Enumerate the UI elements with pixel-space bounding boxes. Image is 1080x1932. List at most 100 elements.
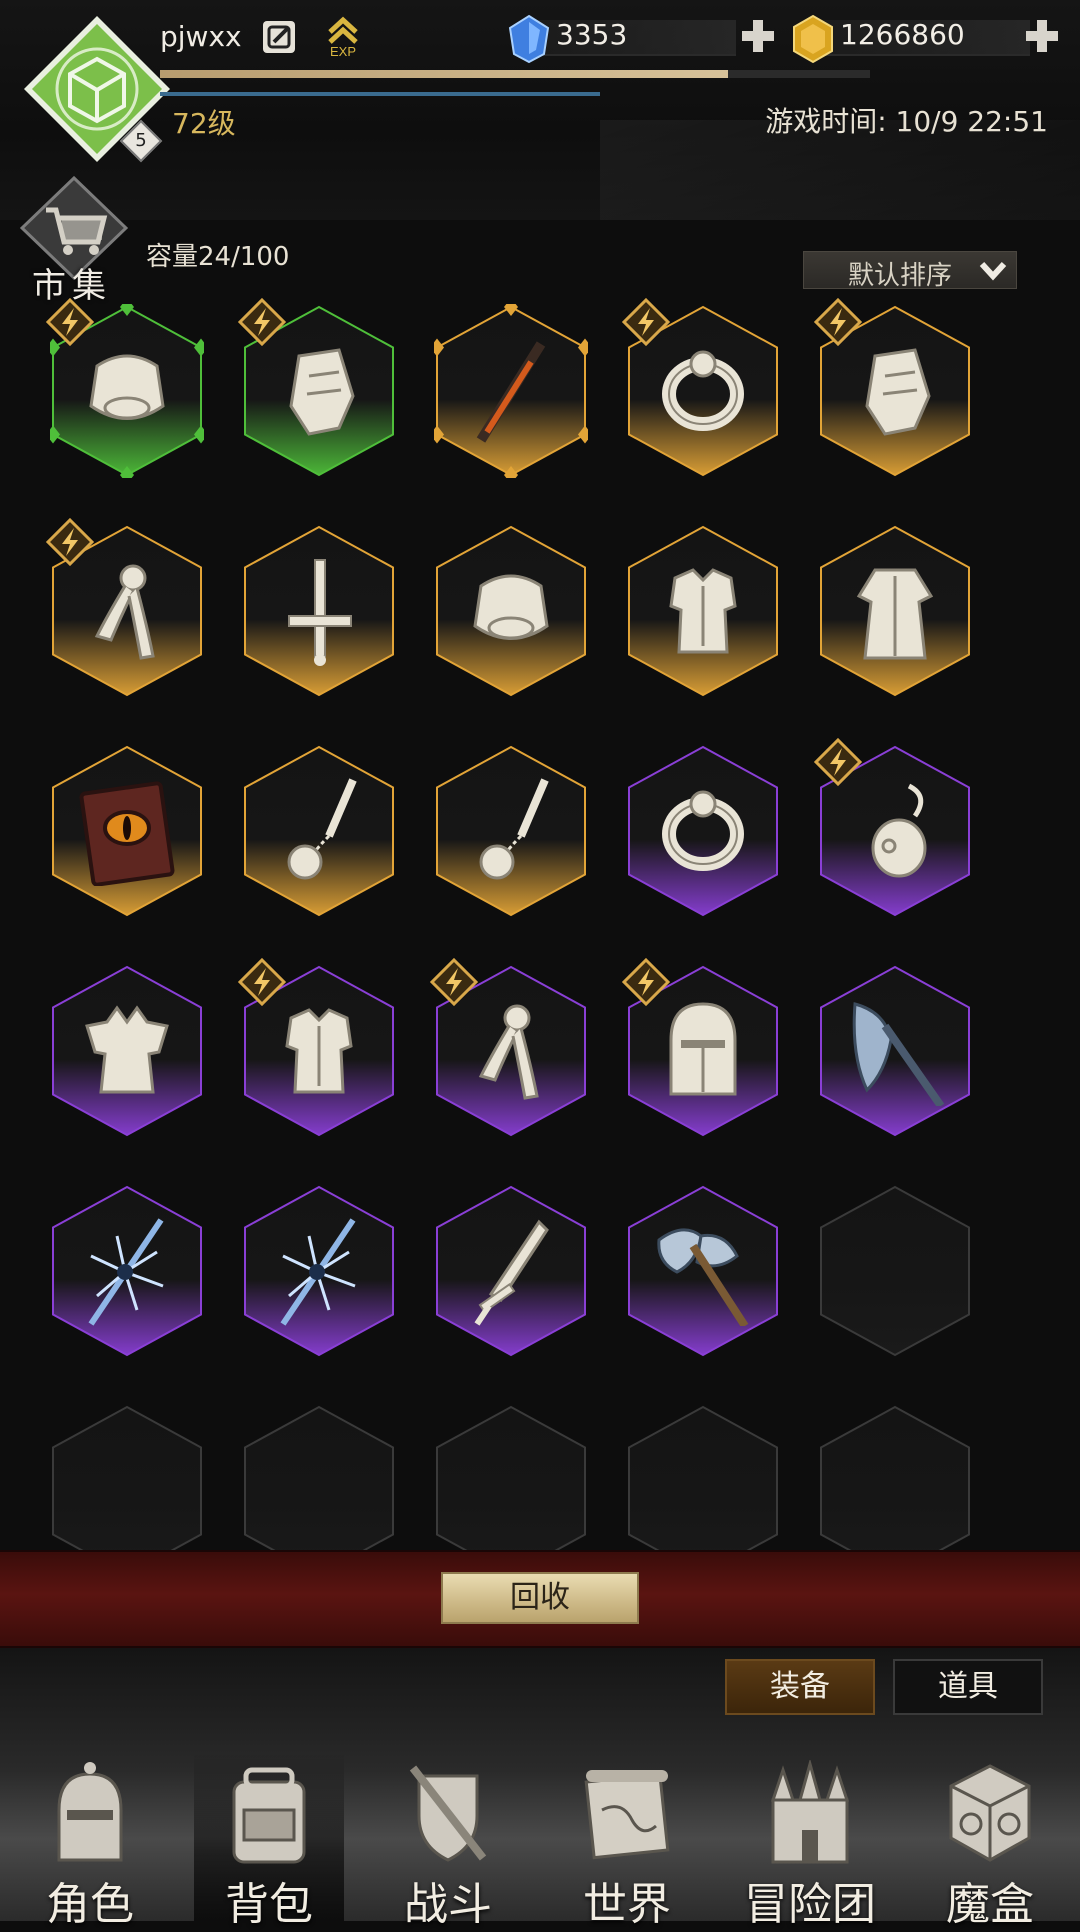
- enhance-badge-icon: [621, 957, 671, 1007]
- recycle-button[interactable]: 回收: [441, 1572, 639, 1624]
- edit-name-icon[interactable]: [262, 20, 296, 54]
- robe-icon: [845, 556, 945, 666]
- battle-axe-icon: [845, 996, 945, 1109]
- add-gems-icon[interactable]: [740, 18, 776, 54]
- cross-sword-icon: [269, 556, 369, 666]
- nav-role[interactable]: 角色: [15, 1752, 165, 1930]
- nav-world[interactable]: 世界: [552, 1752, 702, 1930]
- sword-icon: [461, 1216, 561, 1326]
- gem-amount: 3353: [556, 18, 628, 51]
- castle-icon: [765, 1758, 855, 1864]
- tab-equipment-label: 装备: [770, 1669, 830, 1704]
- eye-tome-icon: [77, 776, 177, 887]
- inventory-slot[interactable]: [242, 1184, 396, 1358]
- inventory-slot[interactable]: [434, 524, 588, 698]
- inventory-slot[interactable]: [237, 957, 396, 1138]
- inventory-slot[interactable]: [818, 524, 972, 698]
- enhance-badge-icon: [237, 957, 287, 1007]
- inventory-slot[interactable]: [626, 1184, 780, 1358]
- gold-currency: 1266860: [790, 14, 1060, 64]
- sort-dropdown[interactable]: 默认排序: [803, 251, 1017, 291]
- chevron-down-icon: [979, 261, 1007, 281]
- svg-text:EXP: EXP: [330, 44, 356, 58]
- nav-magicbox[interactable]: 魔盒: [915, 1752, 1065, 1930]
- ice-staff-icon: [269, 1216, 369, 1326]
- gold-amount: 1266860: [840, 18, 965, 51]
- enhance-badge-icon: [813, 297, 863, 347]
- tab-items[interactable]: 道具: [893, 1659, 1043, 1715]
- inventory-slot[interactable]: [242, 744, 396, 918]
- player-level: 72级: [172, 107, 236, 140]
- spiked-armor-icon: [77, 996, 177, 1106]
- inventory-slot[interactable]: [621, 957, 780, 1138]
- inventory-slot[interactable]: [813, 737, 972, 918]
- inventory-slot[interactable]: [621, 297, 780, 478]
- nav-bag[interactable]: 背包: [194, 1752, 344, 1930]
- gem-currency: 3353: [506, 14, 776, 64]
- backpack-icon: [224, 1760, 314, 1864]
- exp-progress-fill: [160, 70, 728, 78]
- chest-armor-icon: [461, 556, 561, 666]
- tab-items-label: 道具: [938, 1669, 998, 1704]
- inventory-slot[interactable]: [237, 297, 396, 478]
- map-scroll-icon: [582, 1760, 672, 1864]
- ring-icon: [653, 336, 753, 446]
- add-gold-icon[interactable]: [1024, 18, 1060, 54]
- nav-label: 冒险团: [744, 1879, 876, 1930]
- nav-battle[interactable]: 战斗: [373, 1752, 523, 1930]
- inventory-slot[interactable]: [434, 744, 588, 918]
- blue-gem-icon: [508, 14, 550, 64]
- enhance-badge-icon: [813, 737, 863, 787]
- flail-icon: [461, 776, 561, 886]
- ice-staff-icon: [77, 1216, 177, 1326]
- secondary-progress-bar: [160, 92, 600, 96]
- enhance-badge-icon: [45, 517, 95, 567]
- inventory-slot[interactable]: [818, 964, 972, 1138]
- inventory-slot[interactable]: [434, 1184, 588, 1358]
- inventory-slot[interactable]: [45, 517, 204, 698]
- bag-capacity: 容量24/100: [146, 242, 290, 272]
- inventory-slot[interactable]: [626, 744, 780, 918]
- recycle-label: 回收: [510, 1580, 570, 1615]
- exp-progress-bar: [160, 70, 870, 78]
- inventory-slot[interactable]: [50, 964, 204, 1138]
- inventory-slot[interactable]: [434, 304, 588, 478]
- double-axe-icon: [653, 1216, 753, 1329]
- scarf-icon: [77, 556, 177, 666]
- exp-icon[interactable]: EXP: [322, 12, 364, 58]
- earring-icon: [845, 776, 945, 886]
- gold-coin-icon: [793, 14, 833, 64]
- nav-label: 世界: [583, 1879, 671, 1930]
- nav-label: 背包: [225, 1879, 313, 1930]
- inventory-slot[interactable]: [429, 957, 588, 1138]
- helmet-icon: [653, 996, 753, 1106]
- game-time: 游戏时间: 10/9 22:51: [765, 105, 1048, 138]
- gauntlet-icon: [269, 336, 369, 446]
- flame-sword-icon: [461, 336, 561, 446]
- empty-inventory-slot: [818, 1184, 972, 1358]
- inventory-slot[interactable]: [626, 524, 780, 698]
- tab-equipment[interactable]: 装备: [725, 1659, 875, 1715]
- inventory-slot[interactable]: [50, 744, 204, 918]
- nav-label: 角色: [46, 1879, 134, 1930]
- shield-sword-icon: [403, 1760, 493, 1864]
- nav-label: 战斗: [404, 1879, 492, 1930]
- enhance-badge-icon: [237, 297, 287, 347]
- nav-label: 魔盒: [946, 1879, 1034, 1930]
- inventory-slot[interactable]: [50, 1184, 204, 1358]
- inventory-slot[interactable]: [45, 297, 204, 478]
- enhance-badge-icon: [621, 297, 671, 347]
- nav-guild[interactable]: 冒险团: [735, 1752, 885, 1930]
- chest-armor-icon: [77, 336, 177, 446]
- ring-icon: [653, 776, 753, 886]
- enhance-badge-icon: [45, 297, 95, 347]
- magic-cube-icon: [945, 1760, 1035, 1864]
- scarf-icon: [461, 996, 561, 1106]
- helmet-icon: [45, 1760, 135, 1864]
- sort-label: 默认排序: [848, 261, 953, 291]
- body-armor-icon: [269, 996, 369, 1106]
- inventory-slot[interactable]: [813, 297, 972, 478]
- inventory-slot[interactable]: [242, 524, 396, 698]
- flail-icon: [269, 776, 369, 886]
- player-name: pjwxx: [160, 20, 242, 53]
